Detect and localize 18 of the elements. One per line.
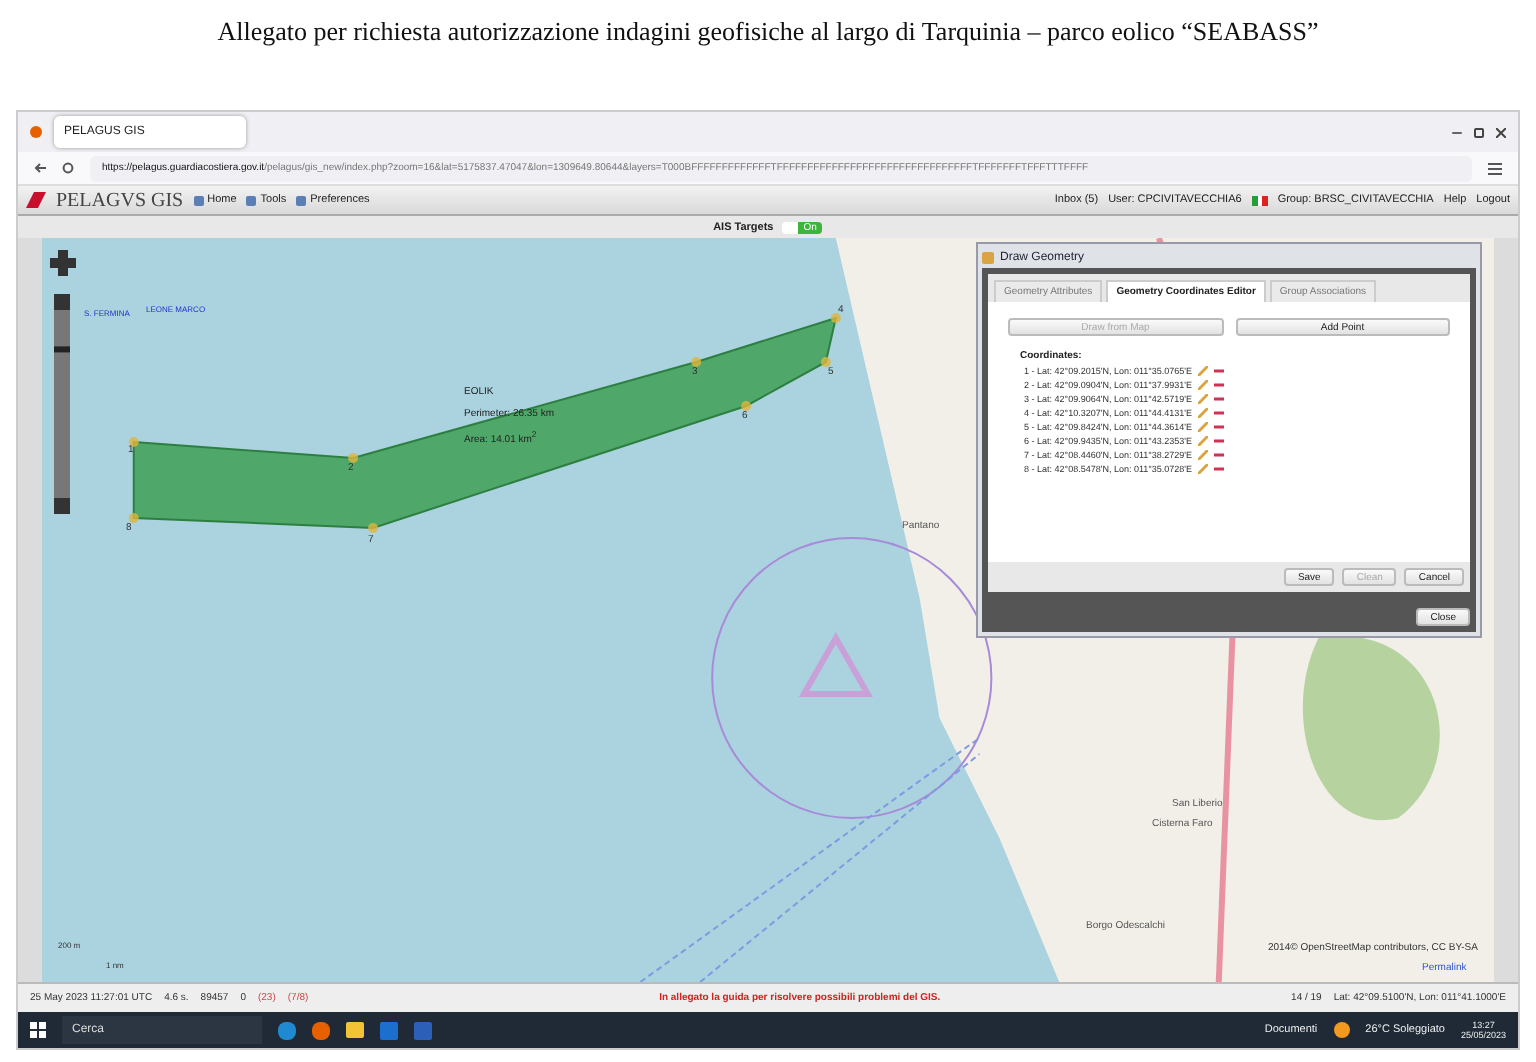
close-icon[interactable] <box>1496 127 1506 137</box>
menu-icon[interactable] <box>1488 161 1502 175</box>
browser-icon <box>30 126 42 138</box>
minimize-icon[interactable] <box>1452 131 1462 133</box>
logo-icon <box>26 192 46 208</box>
zoom-slider[interactable] <box>54 294 70 514</box>
flag-icon <box>1251 195 1268 205</box>
side-panel-handle[interactable] <box>1494 238 1518 982</box>
maximize-icon[interactable] <box>1474 127 1484 137</box>
document-caption: Allegato per richiesta autorizzazione indagini geofisiche al largo di Tarquinia – parco eolico “SEABASS” <box>217 16 1319 50</box>
back-icon[interactable] <box>34 162 46 174</box>
zoom-slider-thumb[interactable] <box>54 346 70 353</box>
sun-icon <box>1333 1022 1350 1038</box>
side-panel-handle[interactable] <box>18 238 42 982</box>
app-logo: PELAGVS GIS <box>56 189 184 211</box>
reload-icon[interactable] <box>62 162 74 174</box>
windows-start-icon[interactable] <box>30 1022 46 1038</box>
pan-control-icon[interactable] <box>50 250 76 276</box>
